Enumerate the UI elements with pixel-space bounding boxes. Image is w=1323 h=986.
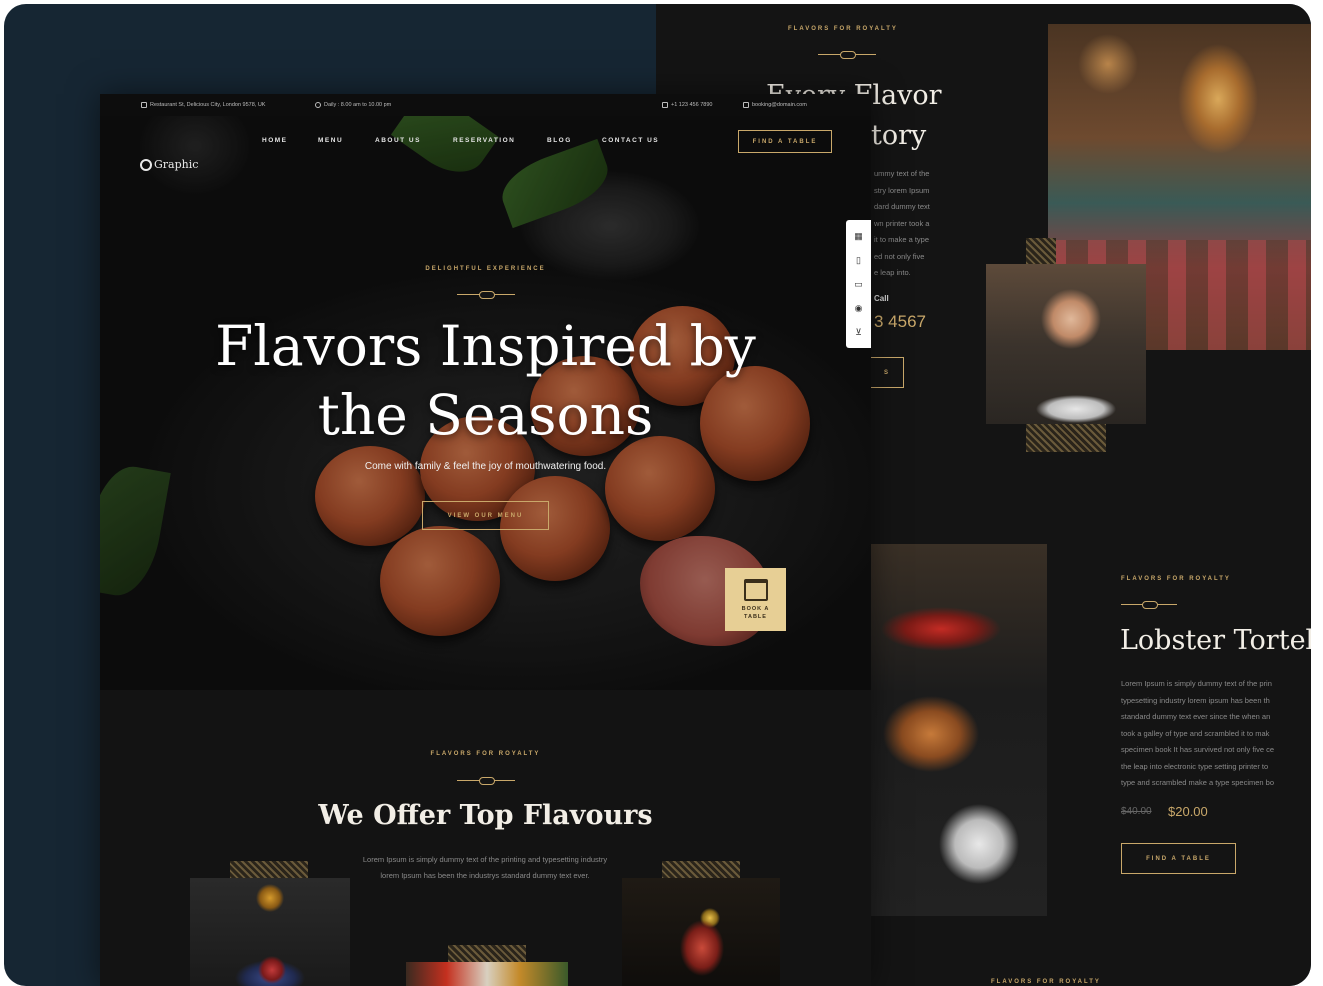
nav-reservation[interactable]: RESERVATION bbox=[453, 137, 515, 144]
book-table-tile[interactable]: BOOK A TABLE bbox=[725, 568, 786, 631]
nav-menu[interactable]: MENU bbox=[318, 137, 343, 144]
lobster-dish-image bbox=[871, 544, 1047, 916]
cocktail-image[interactable] bbox=[622, 878, 780, 986]
chat-icon[interactable]: ▭ bbox=[854, 279, 863, 289]
pattern-decoration bbox=[230, 861, 308, 879]
honey-dessert-image[interactable] bbox=[190, 878, 350, 986]
dish-description: Lorem Ipsum is simply dummy text of the … bbox=[1121, 679, 1274, 787]
nav-home[interactable]: HOME bbox=[262, 137, 288, 144]
showcase-frame: FLAVORS FOR ROYALTY Every Flavor tory um… bbox=[4, 4, 1311, 986]
book-table-label: BOOK A TABLE bbox=[741, 605, 770, 620]
about-divider bbox=[818, 50, 876, 59]
dish-divider bbox=[1121, 600, 1177, 609]
mail-icon bbox=[743, 102, 749, 108]
footer-eyebrow: FLAVORS FOR ROYALTY bbox=[991, 979, 1101, 985]
offer-divider bbox=[457, 776, 515, 785]
chef-plating-image bbox=[986, 264, 1146, 424]
about-phone: 3 4567 bbox=[874, 312, 926, 331]
hero-subtitle: Come with family & feel the joy of mouth… bbox=[364, 461, 607, 472]
site-logo[interactable]: Graphic bbox=[140, 158, 198, 171]
dish-find-table-button[interactable]: FIND A TABLE bbox=[1121, 843, 1236, 874]
book-icon[interactable]: ▯ bbox=[856, 255, 861, 265]
hero-eyebrow: DELIGHTFUL EXPERIENCE bbox=[425, 266, 546, 272]
find-table-button[interactable]: FIND A TABLE bbox=[738, 130, 832, 153]
about-body: ummy text of the stry lorem Ipsum dard d… bbox=[874, 169, 930, 277]
dish-old-price: $40.00 bbox=[1121, 806, 1152, 817]
logo-icon bbox=[140, 158, 152, 171]
offer-eyebrow: FLAVORS FOR ROYALTY bbox=[430, 751, 541, 757]
hero-title: Flavors Inspired by the Seasons bbox=[215, 314, 756, 447]
pattern-decoration bbox=[448, 945, 526, 962]
top-info-bar: Restaurant St, Delicious City, London 95… bbox=[100, 94, 871, 116]
hero-divider bbox=[457, 290, 515, 299]
hours-info: Daily : 8.00 am to 10.00 pm bbox=[315, 102, 391, 108]
location-icon bbox=[141, 102, 147, 108]
layout-icon[interactable]: ▦ bbox=[854, 231, 863, 241]
pattern-decoration bbox=[1026, 238, 1056, 264]
phone-info[interactable]: +1 123 456 7890 bbox=[662, 102, 712, 108]
dish-name: Lobster Tortelli bbox=[1120, 625, 1311, 656]
about-button[interactable]: S bbox=[870, 357, 904, 388]
clock-icon bbox=[315, 102, 321, 108]
about-call-label: Call bbox=[874, 294, 889, 303]
dish-price: $20.00 bbox=[1168, 804, 1208, 819]
phone-icon bbox=[662, 102, 668, 108]
about-heading-line2: tory bbox=[871, 120, 927, 151]
pattern-decoration bbox=[1026, 424, 1106, 452]
about-eyebrow: FLAVORS FOR ROYALTY bbox=[788, 26, 898, 32]
pattern-decoration bbox=[662, 861, 740, 879]
nav-blog[interactable]: BLOG bbox=[547, 137, 572, 144]
hero-section: Graphic HOME MENU ABOUT US RESERVATION B… bbox=[100, 116, 871, 690]
address-info: Restaurant St, Delicious City, London 95… bbox=[141, 102, 265, 108]
sauce-dish-image[interactable] bbox=[406, 962, 568, 986]
offer-description: Lorem Ipsum is simply dummy text of the … bbox=[362, 855, 608, 880]
view-menu-button[interactable]: VIEW OUR MENU bbox=[422, 501, 549, 530]
dish-eyebrow: FLAVORS FOR ROYALTY bbox=[1121, 576, 1231, 582]
nav-about-us[interactable]: ABOUT US bbox=[375, 137, 421, 144]
front-page-preview: Restaurant St, Delicious City, London 95… bbox=[100, 94, 871, 986]
nav-contact-us[interactable]: CONTACT US bbox=[602, 137, 659, 144]
email-info[interactable]: booking@domain.com bbox=[743, 102, 807, 108]
table-reservation-icon bbox=[743, 578, 768, 601]
offer-title: We Offer Top Flavours bbox=[318, 800, 653, 831]
